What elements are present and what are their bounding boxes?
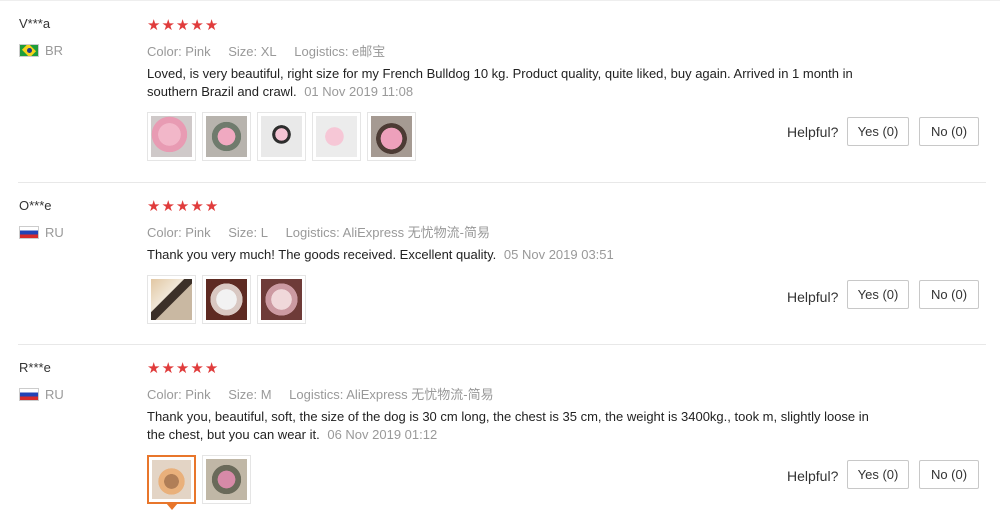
country-code: RU — [45, 387, 64, 402]
helpful-no-button[interactable]: No (0) — [919, 117, 979, 146]
country-code: BR — [45, 43, 64, 58]
color-attribute: Color: Pink — [147, 387, 211, 402]
review-date: 05 Nov 2019 03:51 — [503, 247, 614, 262]
review-photo[interactable] — [202, 112, 251, 161]
brazil-flag-icon — [19, 44, 39, 57]
star-icon: ★ — [190, 198, 204, 215]
reviewer-country: RU — [19, 225, 64, 240]
review-photo[interactable] — [202, 455, 251, 504]
review-photo[interactable] — [312, 112, 361, 161]
selected-caret-icon — [165, 503, 178, 510]
review-photo[interactable] — [147, 275, 196, 324]
review-date: 06 Nov 2019 01:12 — [327, 427, 438, 442]
product-attributes: Color: Pink Size: L Logistics: AliExpres… — [147, 222, 504, 241]
photo-thumbnails — [147, 112, 416, 161]
star-icon: ★ — [204, 360, 219, 377]
country-code: RU — [45, 225, 64, 240]
star-icon: ★ — [175, 360, 190, 377]
review-text: Loved, is very beautiful, right size for… — [147, 65, 887, 101]
review-photo[interactable] — [257, 112, 306, 161]
review-body: Thank you, beautiful, soft, the size of … — [147, 409, 869, 442]
photo-thumbnails — [147, 455, 251, 510]
helpful-label: Helpful? — [787, 468, 839, 484]
star-icon: ★ — [147, 360, 161, 377]
star-icon: ★ — [161, 360, 175, 377]
size-attribute: Size: M — [228, 387, 272, 402]
review-date: 01 Nov 2019 11:08 — [304, 84, 414, 99]
review-body: Thank you very much! The goods received.… — [147, 247, 497, 262]
helpful-yes-button[interactable]: Yes (0) — [847, 117, 909, 146]
reviewer-name: V***a — [19, 16, 51, 31]
star-icon: ★ — [161, 17, 175, 34]
logistics-attribute: Logistics: AliExpress 无忧物流-简易 — [285, 225, 491, 240]
review-item: O***e RU ★ ★ ★ ★ ★ Color: Pink Size: L L… — [0, 183, 1000, 345]
product-attributes: Color: Pink Size: M Logistics: AliExpres… — [147, 384, 508, 403]
star-icon: ★ — [190, 360, 204, 377]
reviewer-country: BR — [19, 43, 63, 58]
review-photo[interactable] — [367, 112, 416, 161]
star-rating: ★ ★ ★ ★ ★ — [147, 199, 218, 214]
logistics-attribute: Logistics: AliExpress 无忧物流-简易 — [289, 387, 494, 402]
star-icon: ★ — [147, 198, 161, 215]
review-text: Thank you very much! The goods received.… — [147, 246, 887, 264]
size-attribute: Size: L — [228, 225, 268, 240]
star-icon: ★ — [204, 17, 219, 34]
color-attribute: Color: Pink — [147, 225, 211, 240]
photo-thumbnails — [147, 275, 306, 324]
helpful-no-button[interactable]: No (0) — [919, 280, 979, 309]
logistics-attribute: Logistics: e邮宝 — [294, 44, 386, 59]
review-item: R***e RU ★ ★ ★ ★ ★ Color: Pink Size: M L… — [0, 345, 1000, 510]
color-attribute: Color: Pink — [147, 44, 211, 59]
star-rating: ★ ★ ★ ★ ★ — [147, 18, 218, 33]
reviewer-name: R***e — [19, 360, 51, 375]
russia-flag-icon — [19, 226, 39, 239]
star-icon: ★ — [147, 17, 161, 34]
star-rating: ★ ★ ★ ★ ★ — [147, 361, 218, 376]
product-attributes: Color: Pink Size: XL Logistics: e邮宝 — [147, 41, 399, 60]
review-item: V***a BR ★ ★ ★ ★ ★ Color: Pink Size: XL … — [0, 0, 1000, 183]
review-photo[interactable] — [147, 112, 196, 161]
review-photo[interactable] — [202, 275, 251, 324]
helpful-label: Helpful? — [787, 289, 839, 305]
russia-flag-icon — [19, 388, 39, 401]
helpful-label: Helpful? — [787, 124, 839, 140]
star-icon: ★ — [175, 198, 190, 215]
helpful-yes-button[interactable]: Yes (0) — [847, 460, 909, 489]
helpful-yes-button[interactable]: Yes (0) — [847, 280, 909, 309]
review-photo-selected[interactable] — [147, 455, 196, 510]
star-icon: ★ — [204, 198, 219, 215]
review-photo[interactable] — [257, 275, 306, 324]
review-text: Thank you, beautiful, soft, the size of … — [147, 408, 887, 444]
helpful-no-button[interactable]: No (0) — [919, 460, 979, 489]
star-icon: ★ — [190, 17, 204, 34]
reviewer-country: RU — [19, 387, 64, 402]
review-body: Loved, is very beautiful, right size for… — [147, 66, 853, 99]
reviewer-name: O***e — [19, 198, 52, 213]
star-icon: ★ — [175, 17, 190, 34]
size-attribute: Size: XL — [228, 44, 277, 59]
star-icon: ★ — [161, 198, 175, 215]
